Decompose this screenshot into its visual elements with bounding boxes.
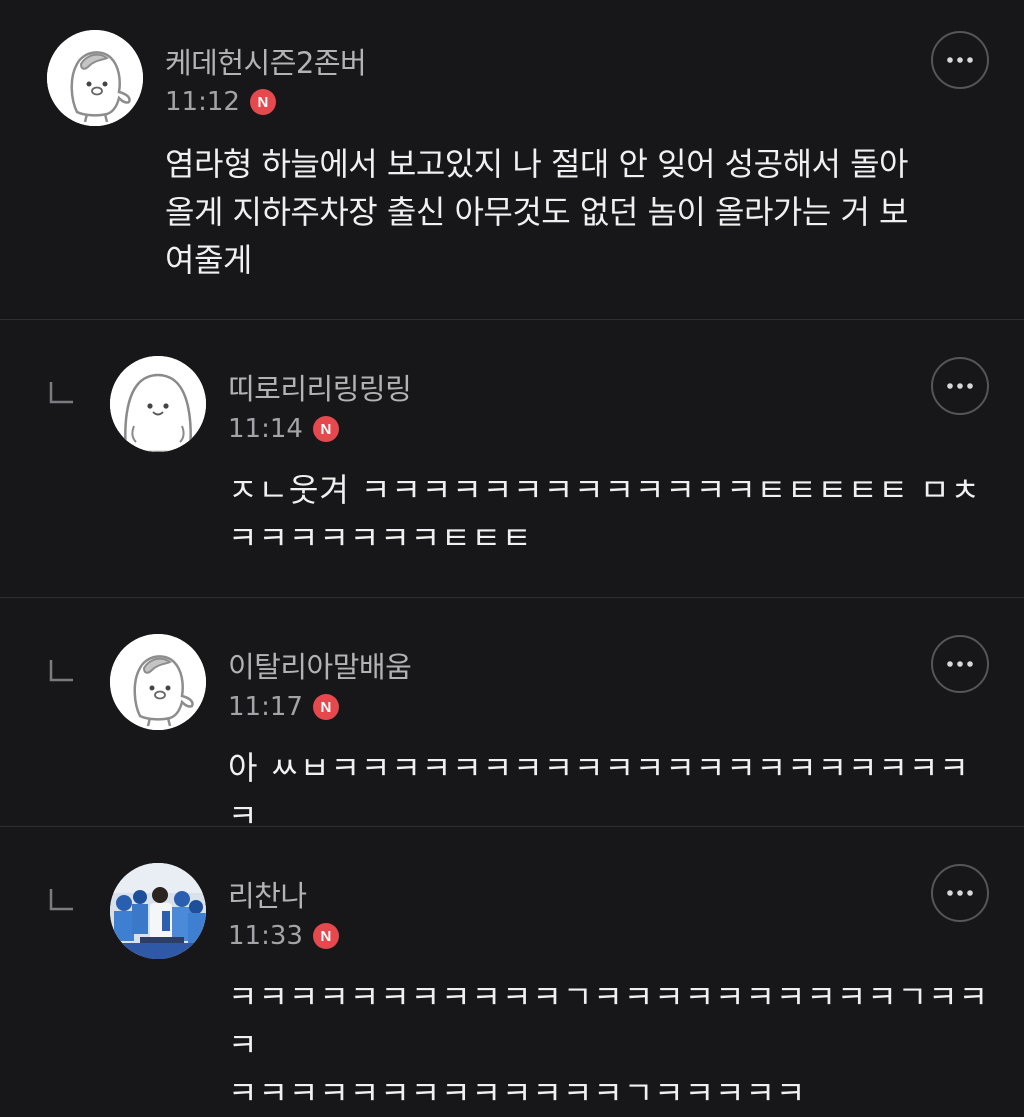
new-badge: N xyxy=(312,694,339,720)
reply-item: 이탈리아말배움 11:17 N 아 ㅆㅂㅋㅋㅋㅋㅋㅋㅋㅋㅋㅋㅋㅋㅋㅋㅋㅋㅋㅋㅋㅋ… xyxy=(0,598,1024,835)
comment-body: ㅋㅋㅋㅋㅋㅋㅋㅋㅋㅋㅋㄱㅋㅋㅋㅋㅋㅋㅋㅋㅋㅋㄱㅋㅋㅋ ㅋㅋㅋㅋㅋㅋㅋㅋㅋㅋㅋㅋㅋ… xyxy=(228,973,998,1117)
reply-item: 띠로리리링링링 11:14 N ㅈㄴ웃겨 ㅋㅋㅋㅋㅋㅋㅋㅋㅋㅋㅋㅋㅋㅌㅌㅌㅌㅌ … xyxy=(0,320,1024,597)
more-horizontal-icon xyxy=(947,890,973,896)
comment-meta: 11:33 N xyxy=(228,920,339,952)
avatar[interactable] xyxy=(47,30,143,126)
comment-line: 여줄게 xyxy=(165,241,252,279)
comment-line: ㅋㅋㅋㅋㅋㅋㅋㅋㅋㅋㅋㅋㅋㄱㅋㅋㅋㅋㅋ xyxy=(228,1074,807,1112)
new-badge: N xyxy=(249,89,276,115)
crowd-photo-avatar-icon xyxy=(110,863,206,959)
comment-line: ㅈㄴ웃겨 ㅋㅋㅋㅋㅋㅋㅋㅋㅋㅋㅋㅋㅋㅌㅌㅌㅌㅌ ㅁㅊ xyxy=(228,471,981,509)
comment-line: 올게 지하주차장 출신 아무것도 없던 놈이 올라가는 거 보 xyxy=(165,193,909,231)
comment-line: ㅋㅋㅋㅋㅋㅋㅋㅋㅋㅋㅋㄱㅋㅋㅋㅋㅋㅋㅋㅋㅋㅋㄱㅋㅋㅋ xyxy=(228,978,990,1064)
more-horizontal-icon xyxy=(947,383,973,389)
reply-arrow-icon xyxy=(49,660,73,682)
more-options-button[interactable] xyxy=(931,31,989,89)
comment-author[interactable]: 리찬나 xyxy=(228,873,307,915)
penguin-avatar-icon xyxy=(47,30,143,126)
reply-arrow-icon xyxy=(49,889,73,911)
avatar[interactable] xyxy=(110,863,206,959)
comment-body: 염라형 하늘에서 보고있지 나 절대 안 잊어 성공해서 돌아 올게 지하주차장… xyxy=(165,140,995,284)
comment-author[interactable]: 케데헌시즌2존버 xyxy=(165,40,367,82)
more-options-button[interactable] xyxy=(931,635,989,693)
round-blob-avatar-icon xyxy=(110,356,206,452)
new-badge: N xyxy=(312,923,339,949)
comment-line: 염라형 하늘에서 보고있지 나 절대 안 잊어 성공해서 돌아 xyxy=(165,145,909,183)
avatar[interactable] xyxy=(110,634,206,730)
comment-item: 케데헌시즌2존버 11:12 N 염라형 하늘에서 보고있지 나 절대 안 잊어… xyxy=(0,0,1024,320)
comment-line: ㅋㅋㅋㅋㅋㅋㅋㅌㅌㅌ xyxy=(228,519,533,557)
reply-item: 리찬나 11:33 N ㅋㅋㅋㅋㅋㅋㅋㅋㅋㅋㅋㄱㅋㅋㅋㅋㅋㅋㅋㅋㅋㅋㄱㅋㅋㅋ ㅋ… xyxy=(0,827,1024,1112)
comment-time: 11:17 xyxy=(228,692,303,722)
more-options-button[interactable] xyxy=(931,864,989,922)
more-horizontal-icon xyxy=(947,57,973,63)
comment-time: 11:14 xyxy=(228,414,303,444)
penguin-avatar-icon xyxy=(110,634,206,730)
comment-author[interactable]: 띠로리리링링링 xyxy=(228,366,412,408)
comment-meta: 11:12 N xyxy=(165,86,276,118)
more-options-button[interactable] xyxy=(931,357,989,415)
new-badge: N xyxy=(312,416,339,442)
avatar[interactable] xyxy=(110,356,206,452)
more-horizontal-icon xyxy=(947,661,973,667)
comment-time: 11:12 xyxy=(165,87,240,117)
comment-meta: 11:14 N xyxy=(228,413,339,445)
comment-author[interactable]: 이탈리아말배움 xyxy=(228,644,412,686)
comment-meta: 11:17 N xyxy=(228,691,339,723)
reply-arrow-icon xyxy=(49,382,73,404)
comment-time: 11:33 xyxy=(228,921,303,951)
comment-body: ㅈㄴ웃겨 ㅋㅋㅋㅋㅋㅋㅋㅋㅋㅋㅋㅋㅋㅌㅌㅌㅌㅌ ㅁㅊ ㅋㅋㅋㅋㅋㅋㅋㅌㅌㅌ xyxy=(228,466,998,562)
